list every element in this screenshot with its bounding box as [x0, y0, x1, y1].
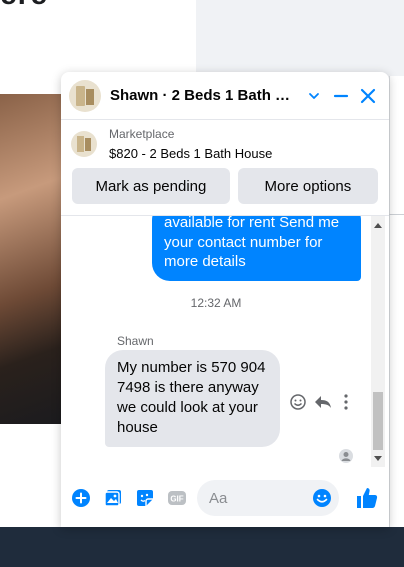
listing-thumbnail: [71, 131, 97, 157]
chat-title[interactable]: Shawn · 2 Beds 1 Bath Hou…: [110, 87, 299, 104]
listing-actions: Mark as pending More options: [61, 168, 389, 204]
message-tools: [289, 393, 353, 416]
message-timestamp: 12:32 AM: [190, 296, 242, 310]
background-divider: [389, 214, 404, 215]
sender-name: Shawn: [117, 334, 154, 348]
marketplace-listing[interactable]: Marketplace $820 - 2 Beds 1 Bath House: [61, 120, 389, 170]
background-photo: [0, 94, 62, 424]
chat-header: Shawn · 2 Beds 1 Bath Hou…: [61, 72, 389, 120]
sent-message[interactable]: available for rent Send me your contact …: [152, 216, 361, 281]
more-options-button[interactable]: More options: [237, 168, 378, 204]
gif-icon[interactable]: GIF: [167, 488, 187, 508]
message-composer: GIF: [61, 478, 389, 518]
emoji-react-icon[interactable]: [289, 393, 307, 416]
message-input-wrap: [197, 480, 339, 516]
chat-window: Shawn · 2 Beds 1 Bath Hou… Marketplace $…: [61, 72, 389, 527]
reply-icon[interactable]: [313, 393, 333, 416]
scroll-down-arrow[interactable]: [374, 456, 382, 461]
background-heading: ere: [0, 0, 48, 12]
seen-indicator-icon: [339, 449, 353, 463]
sticker-icon[interactable]: [135, 488, 155, 508]
listing-title: $820 - 2 Beds 1 Bath House: [109, 146, 273, 161]
scroll-up-arrow[interactable]: [374, 223, 382, 228]
close-icon[interactable]: [356, 83, 381, 109]
svg-text:GIF: GIF: [170, 495, 183, 504]
taskbar: [0, 527, 404, 567]
photo-icon[interactable]: [103, 488, 123, 508]
message-list: available for rent Send me your contact …: [61, 216, 371, 467]
mark-as-pending-button[interactable]: Mark as pending: [72, 168, 230, 204]
scroll-thumb[interactable]: [373, 392, 383, 450]
more-icon[interactable]: [339, 393, 353, 416]
emoji-icon[interactable]: [312, 488, 332, 508]
marketplace-label: Marketplace: [109, 127, 175, 141]
received-message[interactable]: My number is 570 904 7498 is there anywa…: [105, 350, 280, 447]
thumbs-up-icon[interactable]: [355, 486, 379, 510]
minimize-icon[interactable]: [328, 83, 353, 109]
background-edge-panel: [389, 76, 404, 527]
listing-avatar[interactable]: [69, 79, 101, 112]
plus-circle-icon[interactable]: [71, 488, 91, 508]
chevron-down-icon[interactable]: [301, 83, 326, 109]
message-scrollbar[interactable]: [371, 216, 385, 467]
